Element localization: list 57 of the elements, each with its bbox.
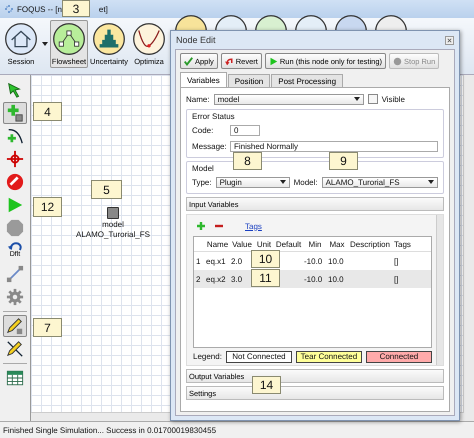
tab[interactable]: Post Processing xyxy=(271,74,344,87)
dialog-title: Node Edit xyxy=(176,35,216,45)
table-cell: -10.0 xyxy=(304,256,322,266)
message-field[interactable]: Finished Normally xyxy=(230,140,438,152)
window-title: et] xyxy=(98,4,108,14)
column-header: Tags xyxy=(393,240,410,248)
name-dropdown[interactable]: model xyxy=(214,94,364,104)
row-number: 1 xyxy=(195,256,202,266)
callout-label: 14 xyxy=(252,376,281,394)
column-header: Min xyxy=(308,240,322,248)
table-cell: eq.x2 xyxy=(206,274,226,284)
column-header: Description xyxy=(348,240,391,248)
column-header: Max xyxy=(328,240,346,248)
group-title: Model xyxy=(192,164,215,173)
field-label: Code: xyxy=(192,126,214,134)
column-header: Default xyxy=(274,240,302,248)
simulation-dropdown[interactable]: ALAMO_Turorial_FS xyxy=(322,176,438,188)
table-cell: -10.0 xyxy=(304,274,322,284)
field-label: Message: xyxy=(192,142,226,150)
table-cell: 3.0 xyxy=(231,274,242,284)
table-cell: 10.0 xyxy=(328,274,344,284)
column-header: Value xyxy=(231,240,253,248)
checkbox-label: Visible xyxy=(382,94,405,104)
table-cell: eq.x1 xyxy=(206,256,226,266)
callout-label: 3 xyxy=(62,0,90,17)
column-header: Unit xyxy=(256,240,272,248)
legend-label: Legend: xyxy=(193,352,222,361)
status-bar: Finished Single Simulation... Success in 0.01700019830455 xyxy=(0,421,474,438)
callout-label: 7 xyxy=(33,318,62,337)
legend-item: Connected xyxy=(366,350,432,362)
tags-link[interactable]: Tags xyxy=(245,222,262,230)
table-cell: [] xyxy=(394,256,398,266)
table-cell: 10.0 xyxy=(328,256,344,266)
callout-label: 11 xyxy=(251,269,280,287)
field-label: Model: xyxy=(294,178,318,186)
node-label: model xyxy=(102,220,124,229)
callout-label: 5 xyxy=(91,180,122,199)
callout-label: 4 xyxy=(33,102,62,121)
callout-label: 8 xyxy=(233,152,262,170)
table-cell: 2.0 xyxy=(231,256,242,266)
callout-label: 12 xyxy=(33,197,62,217)
code-field[interactable]: 0 xyxy=(230,124,260,136)
tab[interactable]: Position xyxy=(228,74,270,87)
node-label: ALAMO_Turorial_FS xyxy=(76,230,150,239)
legend-item: Not Connected xyxy=(226,350,292,362)
field-label: Type: xyxy=(192,178,212,186)
type-dropdown[interactable]: Plugin xyxy=(216,176,290,188)
column-header: Name xyxy=(206,240,229,248)
legend-item: Tear Connected xyxy=(296,350,362,362)
callout-label: 10 xyxy=(251,250,280,268)
tab[interactable]: Variables xyxy=(180,72,227,87)
callout-label: 9 xyxy=(329,152,358,170)
row-number: 2 xyxy=(195,274,202,284)
field-label: Name: xyxy=(186,94,210,104)
table-cell: [] xyxy=(394,274,398,284)
window-title: FOQUS -- [n xyxy=(17,4,62,14)
group-title: Error Status xyxy=(192,112,236,121)
